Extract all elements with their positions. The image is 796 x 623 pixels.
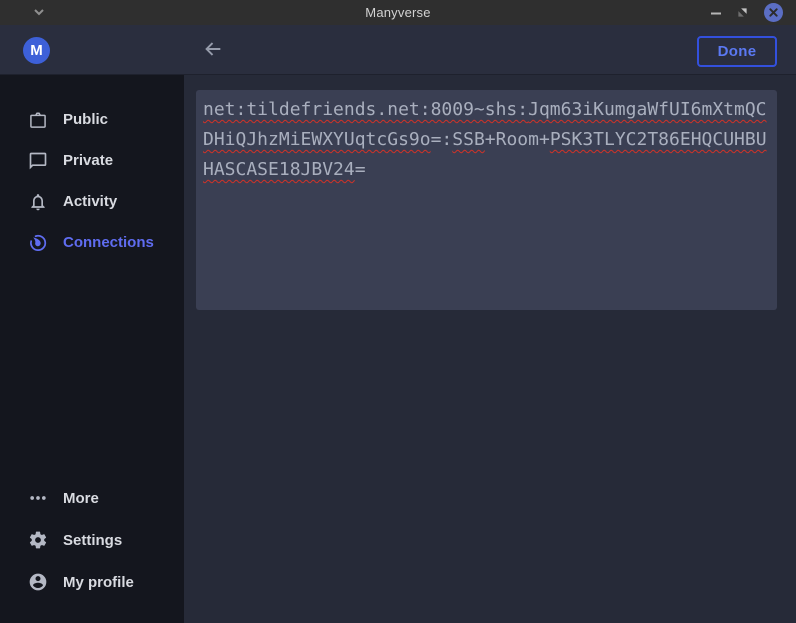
sidebar-item-activity[interactable]: Activity	[0, 181, 184, 222]
window-menu-chevron-icon[interactable]	[33, 7, 45, 17]
back-arrow-icon	[201, 38, 225, 63]
sidebar-item-label: Private	[63, 152, 113, 169]
sidebar-footer: More Settings My p	[0, 477, 184, 623]
os-titlebar: Manyverse	[0, 0, 796, 25]
invite-text-segment: net:tildefriends.net:8009~shs:	[203, 99, 528, 120]
message-icon	[28, 151, 48, 171]
invite-text-segment: =:	[431, 129, 453, 150]
close-button[interactable]	[764, 3, 783, 22]
manyverse-logo: M	[23, 37, 50, 64]
sidebar-item-label: Connections	[63, 234, 154, 251]
invite-text-segment: SSB	[452, 129, 485, 150]
invite-text-segment: +Room+	[485, 129, 550, 150]
bulletin-board-icon	[28, 110, 48, 130]
invite-text-segment: DHiQJhzMiEWXYUqtcGs9o	[203, 129, 431, 150]
logo-letter: M	[30, 42, 43, 59]
window-controls	[711, 0, 783, 25]
minimize-button[interactable]	[711, 8, 721, 18]
sidebar-item-my-profile[interactable]: My profile	[0, 561, 184, 603]
invite-code-line: DHiQJhzMiEWXYUqtcGs9o=:SSB+Room+PSK3TLYC…	[203, 125, 770, 155]
window-title: Manyverse	[0, 5, 796, 20]
ellipsis-icon	[28, 488, 48, 508]
sidebar-item-label: Activity	[63, 193, 117, 210]
back-button[interactable]	[200, 38, 226, 62]
gear-icon	[28, 530, 48, 550]
invite-text-segment: PSK3TLYC2T86EHQCUHBU	[550, 129, 767, 150]
sidebar-item-settings[interactable]: Settings	[0, 519, 184, 561]
sidebar-item-label: More	[63, 490, 99, 507]
invite-text-segment: Jqm63iKumgaWfUI6mXtmQC	[528, 99, 766, 120]
invite-code-line: net:tildefriends.net:8009~shs:Jqm63iKumg…	[203, 95, 770, 125]
invite-code-textarea[interactable]: net:tildefriends.net:8009~shs:Jqm63iKumg…	[196, 90, 777, 310]
account-circle-icon	[28, 572, 48, 592]
sidebar-item-private[interactable]: Private	[0, 140, 184, 181]
sidebar-item-public[interactable]: Public	[0, 99, 184, 140]
bell-icon	[28, 192, 48, 212]
main-content: net:tildefriends.net:8009~shs:Jqm63iKumg…	[184, 75, 796, 623]
app-topbar: M Done	[0, 25, 796, 75]
restore-button[interactable]	[737, 7, 748, 18]
sidebar-item-label: Public	[63, 111, 108, 128]
sidebar-item-connections[interactable]: Connections	[0, 222, 184, 263]
invite-text-segment: =	[355, 159, 366, 180]
manyverse-window: Manyverse M Done	[0, 0, 796, 623]
invite-code-line: HASCASE18JBV24=	[203, 155, 770, 185]
sidebar-item-label: Settings	[63, 532, 122, 549]
sidebar-item-more[interactable]: More	[0, 477, 184, 519]
sidebar-item-label: My profile	[63, 574, 134, 591]
invite-text-segment: HASCASE18JBV24	[203, 159, 355, 180]
connections-icon	[28, 233, 48, 253]
sidebar: Public Private Activity	[0, 75, 184, 623]
done-button[interactable]: Done	[697, 36, 777, 67]
